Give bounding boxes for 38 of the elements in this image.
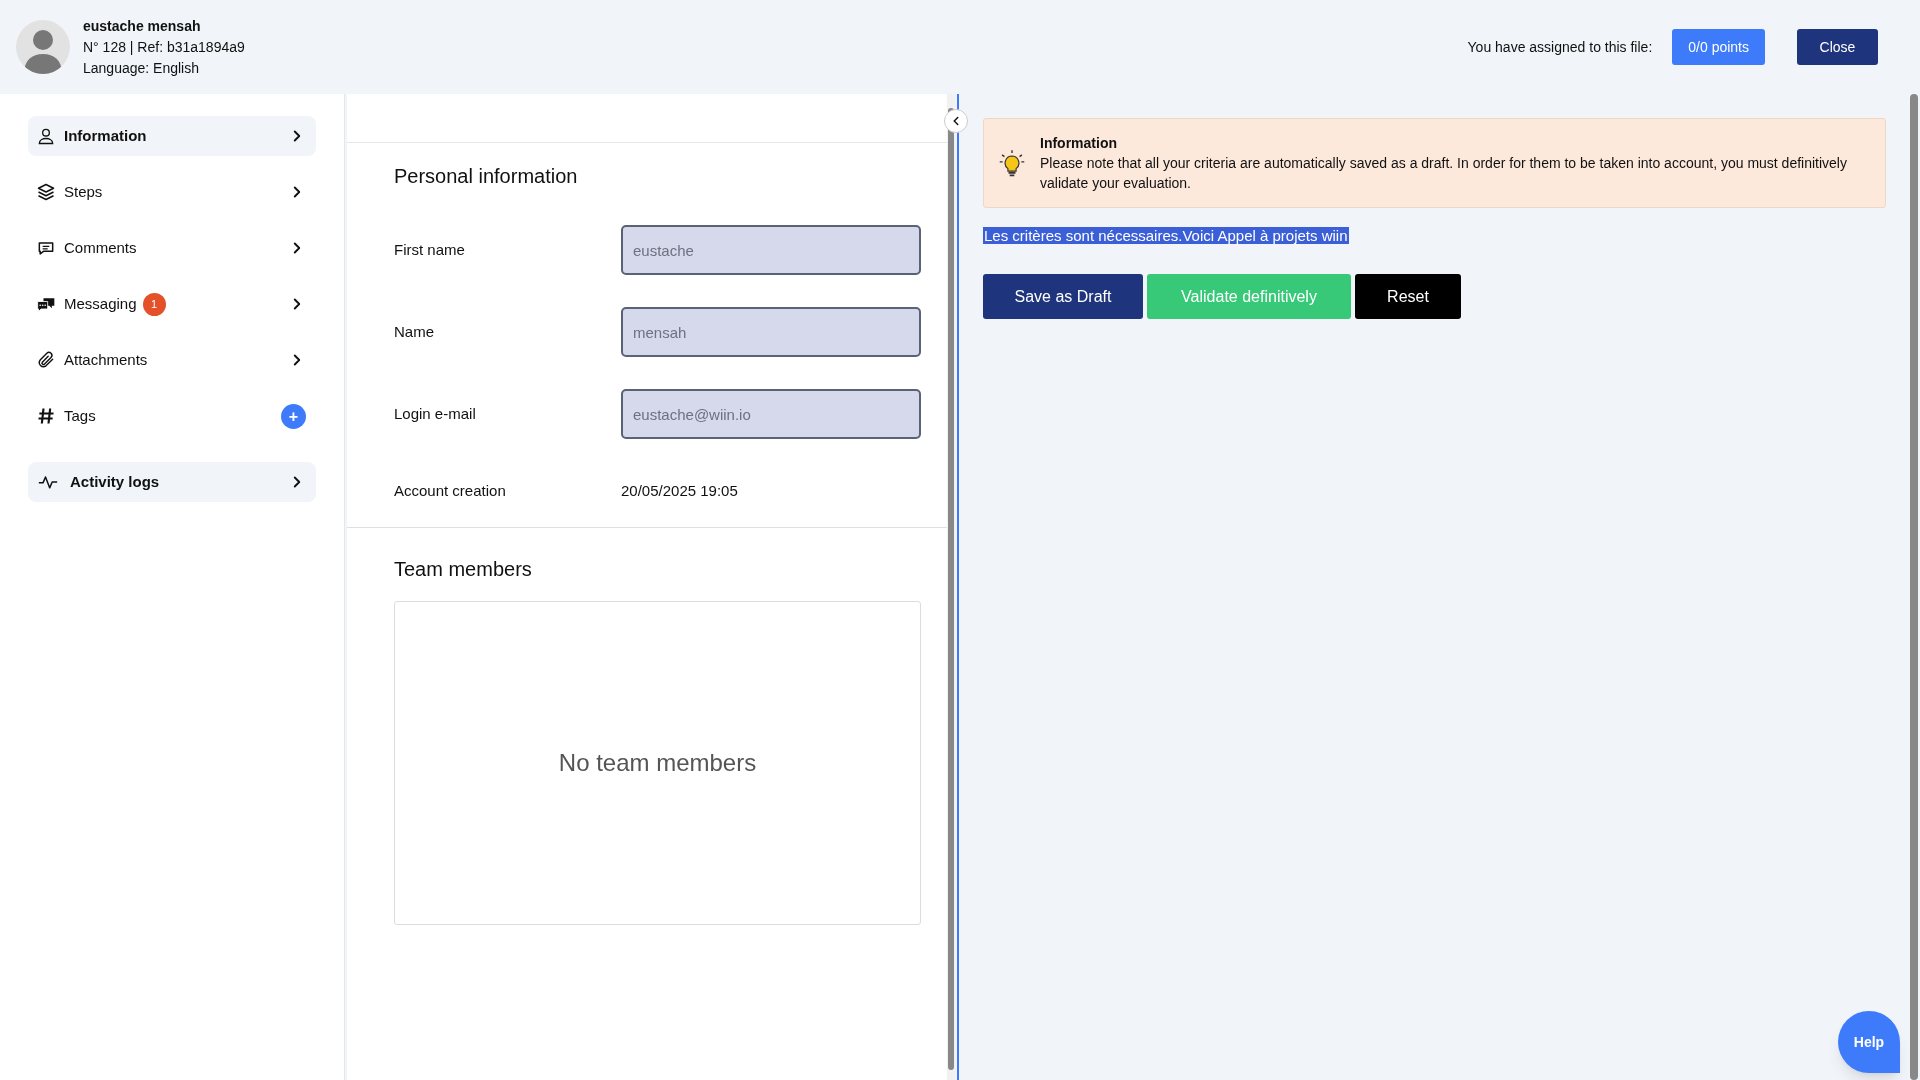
field-label: Account creation	[394, 480, 507, 501]
scrollbar-thumb[interactable]	[1910, 94, 1918, 1080]
sidebar-item[interactable]: Steps	[28, 172, 316, 212]
notice-text: Please note that all your criteria are automatically saved as a draft. In order for them to be taken into account, you must definitively validate your evaluation.	[1040, 154, 1848, 193]
points-button[interactable]: 0/0 points	[1672, 29, 1765, 65]
close-button[interactable]: Close	[1797, 29, 1878, 65]
avatar-silhouette	[16, 20, 70, 74]
field-label: Login e-mail	[394, 403, 477, 424]
sidebar-item[interactable]: Tags +	[28, 396, 316, 436]
user-name: eustache mensah	[83, 16, 202, 36]
language-text: Language: English	[83, 58, 200, 78]
sidebar-item[interactable]: Activity logs	[28, 462, 316, 502]
add-tag-button[interactable]: +	[281, 403, 306, 429]
empty-state-text: No team members	[558, 748, 757, 778]
reset-button[interactable]: Reset	[1355, 274, 1461, 319]
section-title: Personal information	[394, 164, 579, 189]
field-label: First name	[394, 239, 466, 260]
layers-icon	[36, 182, 56, 202]
selected-text: Les critères sont nécessaires.Voici Appel à projets wiin	[983, 227, 1349, 244]
help-button[interactable]: Help	[1838, 1011, 1900, 1073]
scrollbar-thumb[interactable]	[948, 108, 954, 1070]
sidebar-item[interactable]: Attachments	[28, 340, 316, 380]
person-icon	[36, 126, 56, 146]
paperclip-icon	[36, 350, 56, 370]
file-reference: N° 128 | Ref: b31a1894a9	[83, 37, 245, 57]
assigned-label: You have assigned to this file:	[1467, 37, 1653, 57]
notice-title: Information	[1040, 134, 1118, 153]
sidebar-item[interactable]: Messaging 1	[28, 284, 316, 324]
collapse-button[interactable]	[944, 109, 968, 133]
field-value: 20/05/2025 19:05	[621, 480, 738, 501]
hash-icon	[36, 406, 56, 426]
sidebar-item[interactable]: Information	[28, 116, 316, 156]
lightbulb-icon	[998, 147, 1026, 179]
field-label: Name	[394, 321, 435, 342]
draft-button[interactable]: Save as Draft	[983, 274, 1143, 319]
section-title: Team members	[394, 557, 533, 582]
sidebar-item[interactable]: Comments	[28, 228, 316, 268]
notification-badge: 1	[142, 292, 166, 316]
